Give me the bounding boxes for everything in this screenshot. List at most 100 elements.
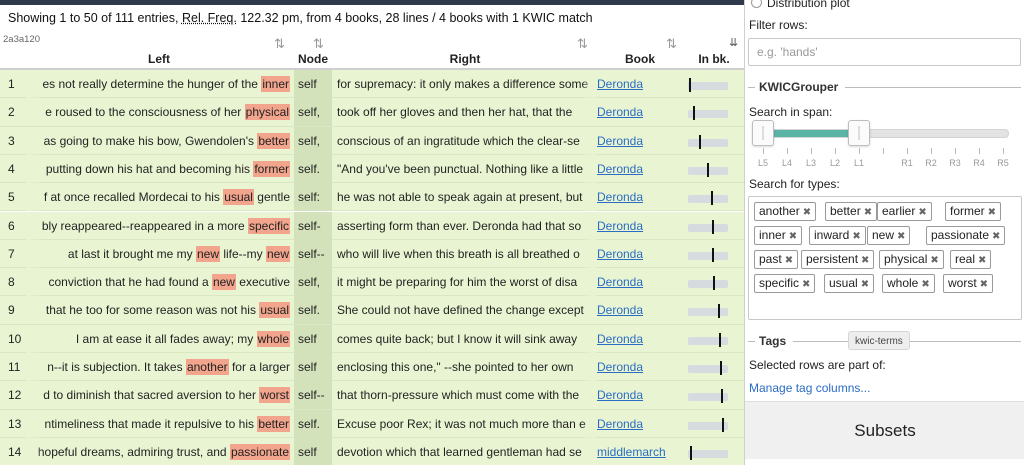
table-row[interactable]: 7 at last it brought me my new life--my n… [0,239,744,269]
fade [26,239,42,268]
span-slider[interactable] [753,129,1009,138]
right-text: it might be preparing for him the worst … [337,275,578,290]
remove-tag-icon[interactable]: ✖ [980,279,988,290]
book-link[interactable]: Deronda [597,134,643,148]
sort-node-icon[interactable]: ⇅ [313,36,324,52]
book-link[interactable]: Deronda [597,303,643,317]
tags-title: Tags [759,334,787,348]
in-book-position-mark [688,78,691,92]
table-row[interactable]: 3 as going to make his bow, Gwendolen's b… [0,126,744,155]
in-book-position-mark [717,304,720,319]
sort-book-icon[interactable]: ⇅ [666,36,677,52]
manage-tag-columns-link[interactable]: Manage tag columns... [749,381,870,395]
in-book-position-mark [721,389,724,404]
remove-tag-icon[interactable]: ✖ [921,279,929,290]
header-in-bk[interactable]: In bk. [684,52,744,66]
sort-left-icon[interactable]: ⇅ [274,36,285,52]
book-link[interactable]: Deronda [597,162,643,176]
table-row[interactable]: 13 ntimeliness that made it repulsive to … [0,409,744,438]
span-slider-handle-right[interactable] [848,120,870,146]
table-row[interactable]: 9 that he too for some reason was not his… [0,296,744,325]
right-context: conscious of an ingratitude which the cl… [334,126,596,155]
in-book-position-mark [711,247,714,262]
keyword-highlight: better [257,132,290,149]
subsets-button[interactable]: Subsets [745,401,1024,459]
table-row[interactable]: 5 f at once recalled Mordecai to his usua… [0,183,744,212]
table-row[interactable]: 2 e roused to the consciousness of her ph… [0,98,744,127]
book-link[interactable]: Deronda [597,275,643,289]
book-cell: Deronda [596,325,684,353]
book-link[interactable]: Deronda [597,388,643,402]
row-number: 12 [8,388,22,403]
types-select[interactable]: another ✖ better ✖ earlier ✖ former ✖ inner ✖ inwa… [748,196,1022,320]
divider [845,87,1021,88]
side-panel: Distribution plot Filter rows: e.g. 'han… [744,0,1024,465]
fade [26,409,42,438]
type-tag-label: inner [759,228,786,242]
table-row[interactable]: 14 hopeful dreams, admiring trust, and pa… [0,437,744,465]
right-context: he was not able to speak again at presen… [334,183,596,212]
remove-tag-icon[interactable]: ✖ [861,279,869,290]
left-text: conviction that he had found a [48,275,212,290]
book-cell: Deronda [596,353,684,381]
remove-tag-icon[interactable]: ✖ [992,231,1000,242]
remove-tag-icon[interactable]: ✖ [785,255,793,266]
book-link[interactable]: Deronda [597,105,643,119]
span-slider-handle-left[interactable] [752,120,774,146]
remove-tag-icon[interactable]: ✖ [803,207,811,218]
table-row[interactable]: 11 n--it is subjection. It takes another … [0,353,744,382]
type-tag-label: inward [814,228,850,242]
in-book-cell [684,127,744,155]
book-link[interactable]: Deronda [597,417,643,431]
distribution-radio[interactable] [751,0,762,8]
filter-rows-input[interactable]: e.g. 'hands' [748,38,1021,66]
remove-tag-icon[interactable]: ✖ [930,255,938,266]
header-right[interactable]: Right [334,52,596,66]
in-book-track [688,276,728,291]
in-book-cell [684,438,744,465]
span-tick-label: R4 [973,158,985,168]
table-row[interactable]: 12 d to diminish that sacred aversion to … [0,381,744,410]
book-link[interactable]: Deronda [597,360,643,374]
remove-tag-icon[interactable]: ✖ [789,231,797,242]
remove-tag-icon[interactable]: ✖ [861,255,869,266]
remove-tag-icon[interactable]: ✖ [918,207,926,218]
right-context: comes quite back; but I know it will sin… [334,324,596,353]
remove-tag-icon[interactable]: ✖ [802,279,810,290]
left-context: putting down his hat and becoming his fo… [26,154,292,183]
keyword-highlight: usual [223,189,254,206]
table-row[interactable]: 10 I am at ease it all fades away; my who… [0,324,744,353]
book-link[interactable]: Deronda [597,219,643,233]
table-row[interactable]: 8 conviction that he had found a new exec… [0,268,744,297]
type-tag: inward ✖ [809,226,866,245]
header-node[interactable]: Node [294,52,332,66]
table-row[interactable]: 6 bly reappeared--reappeared in a more sp… [0,211,744,240]
node-cell: self [294,324,332,353]
book-link[interactable]: Deronda [597,332,643,346]
book-link[interactable]: Deronda [597,247,643,261]
span-tick-label: L3 [805,158,816,168]
book-link[interactable]: Deronda [597,77,643,91]
header-book[interactable]: Book [596,52,684,66]
right-text: who will live when this breath is all br… [337,246,580,261]
sort-right-icon[interactable]: ⇅ [577,36,588,52]
book-link[interactable]: Deronda [597,190,643,204]
remove-tag-icon[interactable]: ✖ [978,255,986,266]
remove-tag-icon[interactable]: ✖ [988,207,996,218]
sort-active-icon[interactable]: ⇊ [729,36,738,49]
remove-tag-icon[interactable]: ✖ [852,231,860,242]
book-link[interactable]: middlemarch [597,445,666,459]
left-text: as going to make his bow, Gwendolen's [43,133,258,148]
right-text: She could not have defined the change ex… [337,303,584,318]
in-book-cell [684,381,744,409]
table-row[interactable]: 4 putting down his hat and becoming his f… [0,154,744,184]
node-cell: self. [294,154,332,183]
entries-info: Showing 1 to 50 of 111 entries, Rel. Fre… [0,5,744,31]
remove-tag-icon[interactable]: ✖ [897,231,905,242]
keyword-highlight: former [253,160,290,177]
concordance-pane: Showing 1 to 50 of 111 entries, Rel. Fre… [0,5,744,465]
header-left[interactable]: Left [26,52,292,66]
table-row[interactable]: 1 es not really determine the hunger of t… [0,70,744,99]
node-cell: self, [294,126,332,155]
remove-tag-icon[interactable]: ✖ [864,207,872,218]
